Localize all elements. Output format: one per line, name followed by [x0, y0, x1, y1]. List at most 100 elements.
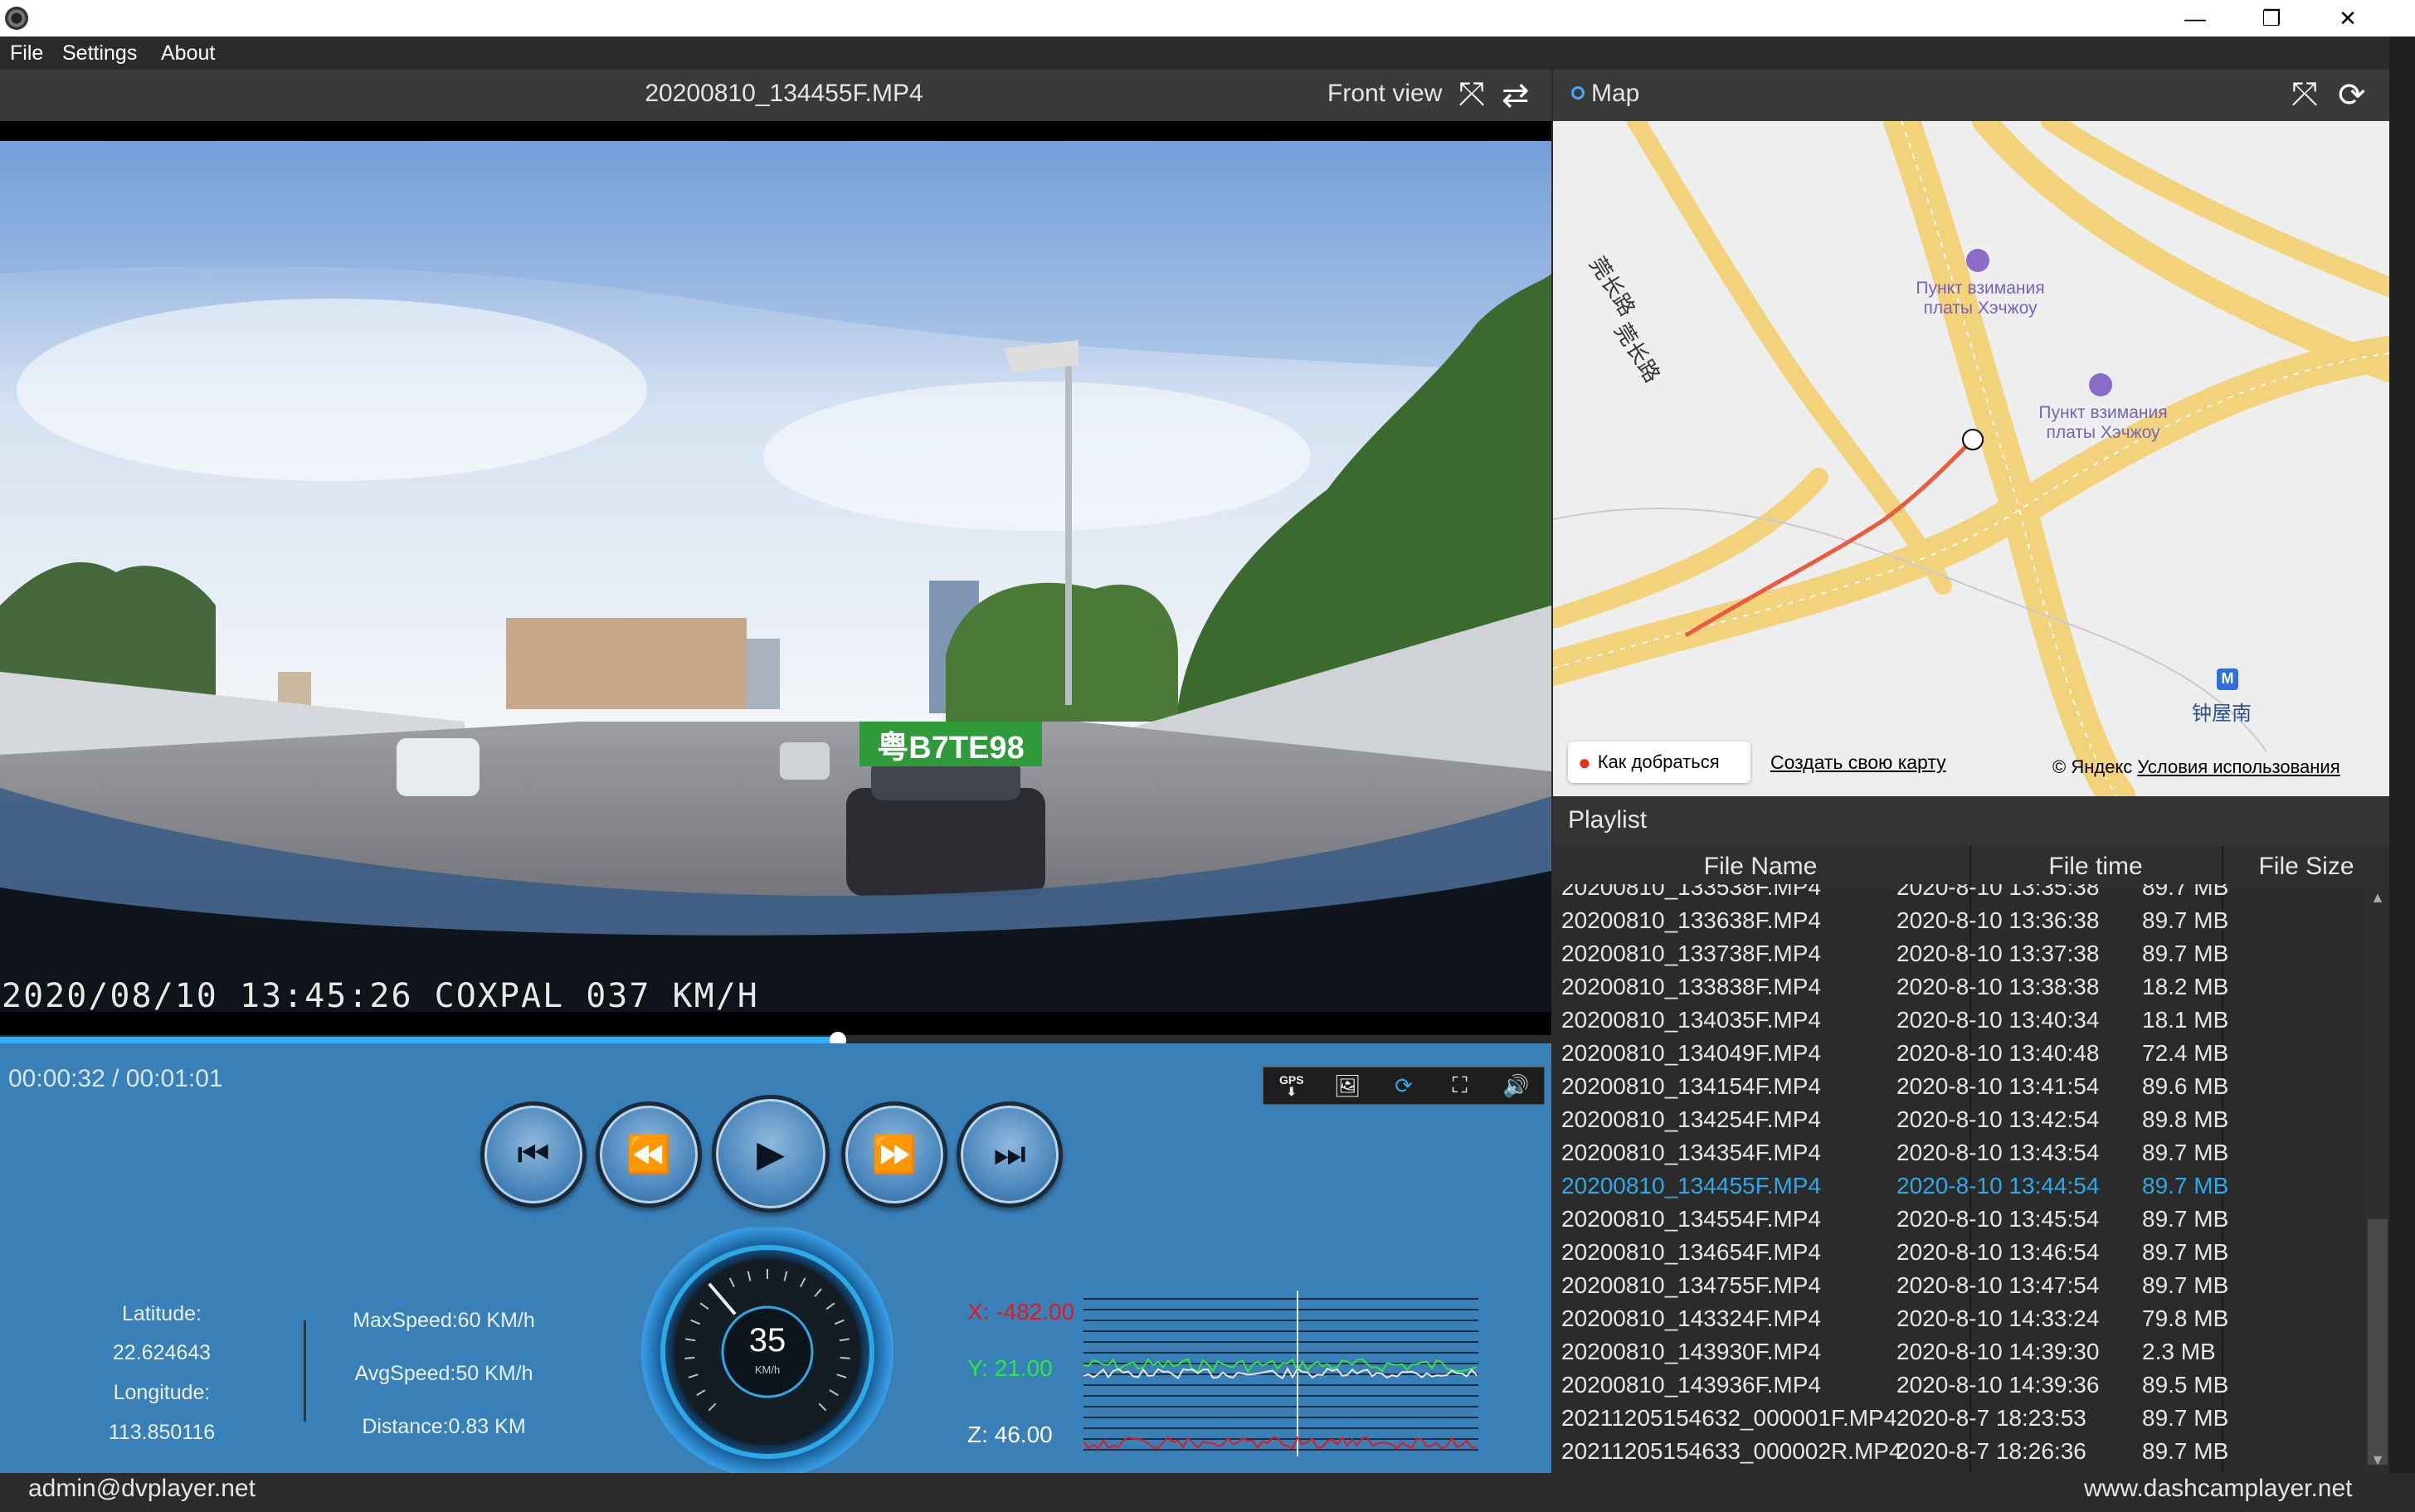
terms-link[interactable]: Условия использования — [2137, 756, 2340, 777]
map-refresh-icon[interactable]: ⟳ — [2338, 76, 2366, 114]
row-file-size: 2.3 MB — [2142, 1339, 2216, 1364]
scroll-up-icon[interactable]: ▲ — [2366, 889, 2389, 911]
playlist-row[interactable]: 20200810_134654F.MP4 2020-8-10 13:46:54 89… — [1553, 1236, 2366, 1269]
gps-export-icon[interactable]: GPS ⬇ — [1267, 1074, 1317, 1097]
poi-label-2[interactable]: Пункт взимания платы Хэчжоу — [2008, 403, 2198, 443]
row-file-time: 2020-8-10 14:33:24 — [1896, 1305, 2100, 1331]
row-file-time: 2020-8-10 13:41:54 — [1896, 1073, 2100, 1099]
row-file-size: 89.5 MB — [2142, 1372, 2229, 1398]
longitude-value: 113.850116 — [108, 1421, 216, 1444]
scroll-down-icon[interactable]: ▼ — [2366, 1451, 2389, 1473]
volume-icon[interactable]: 🔊 — [1491, 1073, 1541, 1099]
row-file-name: 20200810_143936F.MP4 — [1561, 1372, 1821, 1398]
gsensor-graph — [1083, 1291, 1478, 1456]
row-file-name: 20200810_134455F.MP4 — [1561, 1173, 1821, 1198]
row-file-name: 20200810_134154F.MP4 — [1561, 1073, 1821, 1099]
menu-bar — [0, 36, 2415, 70]
row-file-time: 2020-8-7 18:26:36 — [1896, 1438, 2086, 1464]
rewind-button[interactable]: ⏪ — [596, 1101, 702, 1208]
playlist-row[interactable]: 20211205154632_000001F.MP4 2020-8-7 18:23… — [1553, 1402, 2366, 1435]
directions-button[interactable]: ● Как добраться — [1568, 741, 1750, 783]
row-file-name: 20200810_134354F.MP4 — [1561, 1140, 1821, 1165]
row-file-size: 18.1 MB — [2142, 1007, 2229, 1033]
play-button[interactable]: ▶ — [712, 1095, 830, 1213]
row-file-size: 89.7 MB — [2142, 941, 2229, 966]
max-speed: MaxSpeed:60 KM/h — [353, 1309, 535, 1332]
previous-button[interactable]: ⏮ — [480, 1101, 587, 1208]
row-file-time: 2020-8-10 13:36:38 — [1896, 907, 2100, 933]
playlist-row[interactable]: 20200810_134049F.MP4 2020-8-10 13:40:48 72… — [1553, 1037, 2366, 1070]
row-file-size: 89.7 MB — [2142, 907, 2229, 933]
menu-settings[interactable]: Settings — [62, 41, 137, 66]
row-file-name: 20200810_133738F.MP4 — [1561, 941, 1821, 966]
column-file-name[interactable]: File Name — [1553, 853, 1968, 881]
poi-label-1[interactable]: Пункт взимания платы Хэчжоу — [1885, 279, 2076, 318]
speed-unit: KM/h — [754, 1364, 781, 1376]
playlist-row[interactable]: 20200810_134554F.MP4 2020-8-10 13:45:54 89… — [1553, 1203, 2366, 1236]
rotate-icon[interactable]: ⟳ — [1379, 1073, 1429, 1099]
status-url[interactable]: www.dashcamplayer.net — [2084, 1475, 2353, 1503]
map-fullscreen-icon[interactable]: ⤧ — [2291, 76, 2318, 114]
speed-value: 35 — [748, 1322, 786, 1359]
window-edge — [2389, 36, 2415, 1473]
row-file-size: 89.7 MB — [2142, 1272, 2229, 1298]
row-file-name: 20200810_133538F.MP4 — [1561, 884, 1821, 900]
map-view[interactable]: Пункт взимания платы Хэчжоу Пункт взиман… — [1553, 121, 2389, 796]
maximize-button[interactable]: ❐ — [2233, 0, 2310, 36]
avg-speed: AvgSpeed:50 KM/h — [354, 1362, 533, 1385]
view-label: Front view — [1327, 80, 1443, 107]
next-button[interactable]: ⏭ — [957, 1101, 1063, 1208]
row-file-time: 2020-8-10 13:44:54 — [1896, 1173, 2100, 1198]
column-file-size[interactable]: File Size — [2223, 853, 2389, 881]
row-file-name: 20211205154632_000001F.MP4 — [1561, 1405, 1897, 1431]
row-file-time: 2020-8-10 13:40:48 — [1896, 1040, 2100, 1066]
fast-forward-button[interactable]: ⏩ — [841, 1101, 947, 1208]
row-file-time: 2020-8-10 13:38:38 — [1896, 974, 2100, 999]
menu-file[interactable]: File — [10, 41, 43, 66]
row-file-time: 2020-8-10 13:47:54 — [1896, 1272, 2100, 1298]
playlist-row[interactable]: 20200810_134254F.MP4 2020-8-10 13:42:54 89… — [1553, 1103, 2366, 1136]
row-file-size: 89.7 MB — [2142, 1438, 2229, 1464]
playlist-row[interactable]: 20200810_134354F.MP4 2020-8-10 13:43:54 89… — [1553, 1136, 2366, 1169]
scroll-thumb[interactable] — [2368, 1219, 2388, 1465]
metro-station-label[interactable]: 钟屋南 — [2192, 697, 2252, 726]
menu-about[interactable]: About — [161, 41, 215, 66]
playlist-row[interactable]: 20200810_134035F.MP4 2020-8-10 13:40:34 18… — [1553, 1004, 2366, 1037]
fullscreen-toggle-icon[interactable]: ⛶ — [1435, 1072, 1485, 1099]
playlist-row[interactable]: 20200810_134154F.MP4 2020-8-10 13:41:54 89… — [1553, 1070, 2366, 1103]
playlist-row[interactable]: 20200810_133538F.MP4 2020-8-10 13:35:38 89… — [1553, 884, 2366, 904]
time-display: 00:00:32 / 00:01:01 — [8, 1065, 223, 1092]
playlist-row[interactable]: 20200810_134755F.MP4 2020-8-10 13:47:54 89… — [1553, 1269, 2366, 1302]
playlist-row[interactable]: 20200810_134455F.MP4 2020-8-10 13:44:54 89… — [1553, 1169, 2366, 1203]
playlist-row[interactable]: 20200810_143930F.MP4 2020-8-10 14:39:30 2.… — [1553, 1335, 2366, 1369]
snapshot-icon[interactable]: 🖼 — [1322, 1073, 1372, 1099]
row-file-time: 2020-8-10 13:46:54 — [1896, 1239, 2100, 1265]
create-map-link[interactable]: Создать свою карту — [1770, 751, 1946, 774]
playlist-row[interactable]: 20200810_143324F.MP4 2020-8-10 14:33:24 79… — [1553, 1302, 2366, 1335]
row-file-name: 20200810_133638F.MP4 — [1561, 907, 1821, 933]
playlist-row[interactable]: 20211205154633_000002R.MP4 2020-8-7 18:26… — [1553, 1435, 2366, 1468]
row-file-time: 2020-8-7 18:23:53 — [1896, 1405, 2086, 1431]
row-file-time: 2020-8-10 13:37:38 — [1896, 941, 2100, 966]
row-file-name: 20200810_143324F.MP4 — [1561, 1305, 1821, 1331]
video-player[interactable]: 粤B7TE98 — [0, 121, 1551, 1035]
gsensor-x-label: X: -482.00 — [967, 1299, 1075, 1325]
playlist-row[interactable]: 20200810_133738F.MP4 2020-8-10 13:37:38 89… — [1553, 937, 2366, 970]
gsensor-z-label: Z: 46.00 — [967, 1422, 1053, 1447]
row-file-name: 20200810_134654F.MP4 — [1561, 1239, 1821, 1265]
close-button[interactable]: ✕ — [2310, 0, 2386, 36]
playlist-row[interactable]: 20200810_133638F.MP4 2020-8-10 13:36:38 89… — [1553, 904, 2366, 937]
playlist-row[interactable]: 20200810_143936F.MP4 2020-8-10 14:39:36 89… — [1553, 1369, 2366, 1402]
row-file-size: 72.4 MB — [2142, 1040, 2229, 1066]
swap-view-icon[interactable]: ⇄ — [1502, 76, 1530, 114]
row-file-size: 89.6 MB — [2142, 1073, 2229, 1099]
minimize-button[interactable]: — — [2157, 0, 2233, 36]
column-file-time[interactable]: File time — [1971, 853, 2220, 881]
map-credit: © Яндекс Условия использования — [2052, 756, 2340, 778]
playlist-row[interactable]: 20200810_133838F.MP4 2020-8-10 13:38:38 18… — [1553, 970, 2366, 1004]
map-title: Map — [1591, 80, 1640, 107]
map-pin-icon — [1571, 86, 1585, 100]
fullscreen-icon[interactable]: ⤧ — [1458, 76, 1485, 114]
tool-strip: GPS ⬇ 🖼 ⟳ ⛶ 🔊 — [1263, 1067, 1545, 1105]
longitude-label: Longitude: — [113, 1381, 211, 1404]
